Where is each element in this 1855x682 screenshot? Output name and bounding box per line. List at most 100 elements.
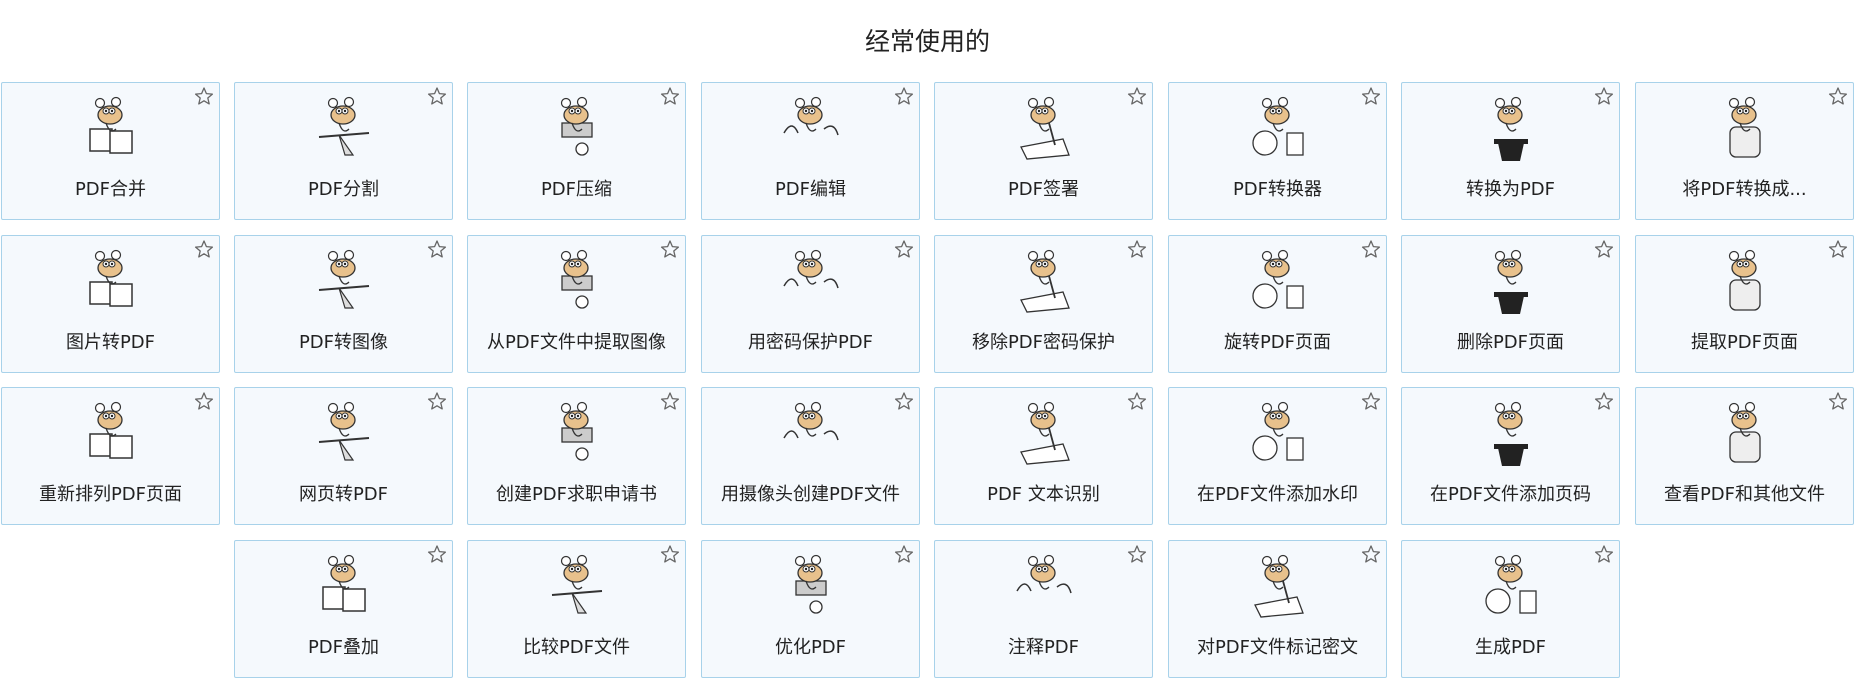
star-icon[interactable]	[1828, 391, 1848, 411]
tool-card[interactable]: PDF合并	[1, 82, 220, 220]
star-icon[interactable]	[1361, 391, 1381, 411]
tool-label: PDF 文本识别	[987, 484, 1100, 505]
tool-label: 将PDF转换成...	[1682, 179, 1807, 200]
tool-card[interactable]: PDF转图像	[234, 235, 453, 373]
star-icon[interactable]	[1361, 239, 1381, 259]
star-icon[interactable]	[1594, 544, 1614, 564]
tool-card[interactable]: PDF分割	[234, 82, 453, 220]
tool-card[interactable]: 转换为PDF	[1401, 82, 1620, 220]
tool-label: 图片转PDF	[65, 332, 156, 353]
tool-illustration	[542, 246, 612, 316]
tool-illustration	[1476, 398, 1546, 468]
tool-card[interactable]: 用摄像头创建PDF文件	[701, 387, 920, 525]
tool-illustration	[1710, 398, 1780, 468]
star-icon[interactable]	[427, 544, 447, 564]
star-icon[interactable]	[194, 86, 214, 106]
star-icon[interactable]	[1594, 239, 1614, 259]
tool-label: PDF叠加	[307, 637, 380, 658]
tool-card[interactable]: 移除PDF密码保护	[934, 235, 1153, 373]
tool-card[interactable]: 网页转PDF	[234, 387, 453, 525]
tool-label: PDF签署	[1007, 179, 1080, 200]
tool-card[interactable]: PDF叠加	[234, 540, 453, 678]
star-icon[interactable]	[1127, 391, 1147, 411]
tool-card[interactable]: 在PDF文件添加页码	[1401, 387, 1620, 525]
star-icon[interactable]	[1361, 86, 1381, 106]
star-icon[interactable]	[660, 86, 680, 106]
tool-card[interactable]: 提取PDF页面	[1635, 235, 1854, 373]
star-icon[interactable]	[194, 239, 214, 259]
tool-illustration	[1009, 93, 1079, 163]
tool-illustration	[1243, 398, 1313, 468]
tool-card[interactable]: 旋转PDF页面	[1168, 235, 1387, 373]
tool-illustration	[542, 93, 612, 163]
section-title: 经常使用的	[864, 27, 990, 56]
star-icon[interactable]	[660, 239, 680, 259]
tool-card[interactable]: PDF签署	[934, 82, 1153, 220]
tool-grid: PDF合并 PDF分割 PDF压缩 PDF编辑 PDF签署 PDF转换器 转换为PDF 将PD…	[0, 82, 1855, 682]
tool-illustration	[76, 93, 146, 163]
star-icon[interactable]	[894, 86, 914, 106]
tool-label: PDF合并	[74, 179, 147, 200]
tool-illustration	[309, 398, 379, 468]
star-icon[interactable]	[1828, 239, 1848, 259]
tool-label: 旋转PDF页面	[1223, 332, 1332, 353]
tool-card[interactable]: 用密码保护PDF	[701, 235, 920, 373]
star-icon[interactable]	[1594, 86, 1614, 106]
star-icon[interactable]	[894, 391, 914, 411]
tool-card[interactable]: 图片转PDF	[1, 235, 220, 373]
tool-illustration	[76, 246, 146, 316]
tool-card[interactable]: 优化PDF	[701, 540, 920, 678]
tool-card[interactable]: 对PDF文件标记密文	[1168, 540, 1387, 678]
tool-illustration	[309, 93, 379, 163]
tool-card[interactable]: 比较PDF文件	[467, 540, 686, 678]
tool-illustration	[1243, 93, 1313, 163]
star-icon[interactable]	[1361, 544, 1381, 564]
star-icon[interactable]	[1127, 86, 1147, 106]
star-icon[interactable]	[1127, 239, 1147, 259]
tool-card[interactable]: PDF转换器	[1168, 82, 1387, 220]
star-icon[interactable]	[194, 391, 214, 411]
tool-card[interactable]: 注释PDF	[934, 540, 1153, 678]
star-icon[interactable]	[427, 391, 447, 411]
star-icon[interactable]	[427, 86, 447, 106]
tool-card[interactable]: 生成PDF	[1401, 540, 1620, 678]
tool-illustration	[1243, 551, 1313, 621]
star-icon[interactable]	[1828, 86, 1848, 106]
tool-card[interactable]: 创建PDF求职申请书	[467, 387, 686, 525]
tool-card[interactable]: 查看PDF和其他文件	[1635, 387, 1854, 525]
tool-label: 查看PDF和其他文件	[1663, 484, 1826, 505]
star-icon[interactable]	[894, 239, 914, 259]
tool-label: PDF转图像	[298, 332, 389, 353]
star-icon[interactable]	[1127, 544, 1147, 564]
tool-illustration	[1710, 246, 1780, 316]
tool-label: PDF转换器	[1232, 179, 1323, 200]
star-icon[interactable]	[660, 544, 680, 564]
star-icon[interactable]	[1594, 391, 1614, 411]
tool-label: 在PDF文件添加页码	[1429, 484, 1592, 505]
tool-card[interactable]: 从PDF文件中提取图像	[467, 235, 686, 373]
tool-card[interactable]: 重新排列PDF页面	[1, 387, 220, 525]
tool-illustration	[776, 398, 846, 468]
tool-card[interactable]: 在PDF文件添加水印	[1168, 387, 1387, 525]
tool-illustration	[776, 246, 846, 316]
tool-card[interactable]: PDF压缩	[467, 82, 686, 220]
tool-label: PDF压缩	[540, 179, 613, 200]
tool-label: 网页转PDF	[298, 484, 389, 505]
star-icon[interactable]	[427, 239, 447, 259]
tool-label: 在PDF文件添加水印	[1196, 484, 1359, 505]
tool-label: 创建PDF求职申请书	[495, 484, 658, 505]
star-icon[interactable]	[660, 391, 680, 411]
star-icon[interactable]	[894, 544, 914, 564]
tool-illustration	[776, 551, 846, 621]
tool-illustration	[542, 398, 612, 468]
tool-label: 优化PDF	[774, 637, 847, 658]
tool-card[interactable]: 将PDF转换成...	[1635, 82, 1854, 220]
tool-card[interactable]: 删除PDF页面	[1401, 235, 1620, 373]
tool-card[interactable]: PDF编辑	[701, 82, 920, 220]
tool-label: 删除PDF页面	[1456, 332, 1565, 353]
tool-illustration	[1009, 246, 1079, 316]
tool-card[interactable]: PDF 文本识别	[934, 387, 1153, 525]
tool-illustration	[542, 551, 612, 621]
tool-illustration	[309, 246, 379, 316]
tool-label: PDF分割	[307, 179, 380, 200]
